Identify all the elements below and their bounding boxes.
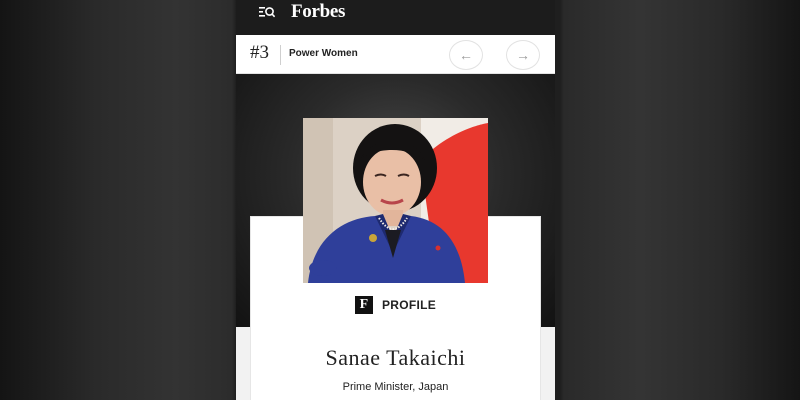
previous-button[interactable]: ← bbox=[449, 40, 483, 70]
person-name: Sanae Takaichi bbox=[325, 345, 466, 370]
arrow-left-icon: ← bbox=[459, 47, 473, 63]
divider bbox=[280, 45, 281, 65]
forbes-logo[interactable]: Forbes bbox=[291, 1, 345, 23]
search-menu-icon[interactable] bbox=[259, 6, 275, 20]
forbes-f-icon: F bbox=[354, 296, 373, 314]
mobile-page: Forbes #3 Power Women ← → F PROFILE Sana… bbox=[236, 0, 555, 400]
profile-label: PROFILE bbox=[381, 298, 437, 312]
profile-heading: F PROFILE bbox=[236, 296, 555, 314]
profile-photo bbox=[303, 118, 488, 283]
top-navigation-bar: Forbes bbox=[236, 0, 555, 35]
person-title: Prime Minister, Japan bbox=[342, 381, 449, 393]
list-header-bar: #3 Power Women ← → bbox=[236, 35, 555, 74]
next-button[interactable]: → bbox=[506, 40, 540, 70]
rank-number: #3 bbox=[250, 42, 269, 63]
list-name[interactable]: Power Women bbox=[289, 48, 358, 59]
arrow-right-icon: → bbox=[516, 47, 530, 63]
